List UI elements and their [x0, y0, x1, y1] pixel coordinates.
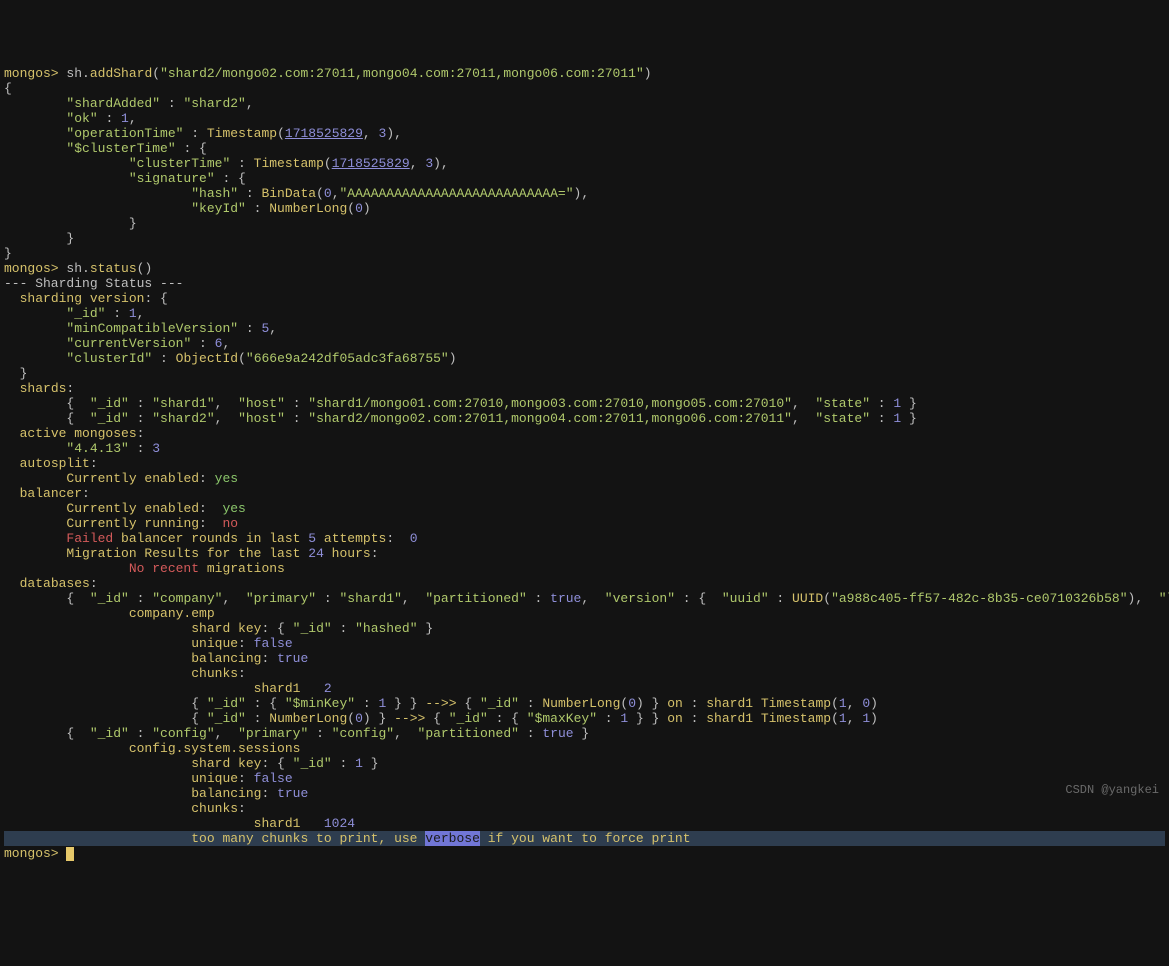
verbose-highlight: verbose [425, 831, 480, 846]
mongos-prompt: mongos> [4, 66, 59, 81]
watermark: CSDN @yangkei [1065, 783, 1159, 798]
mongos-prompt-active[interactable]: mongos> [4, 846, 59, 861]
terminal-output[interactable]: mongos> sh.addShard("shard2/mongo02.com:… [4, 66, 1165, 861]
cursor-icon [66, 847, 74, 861]
